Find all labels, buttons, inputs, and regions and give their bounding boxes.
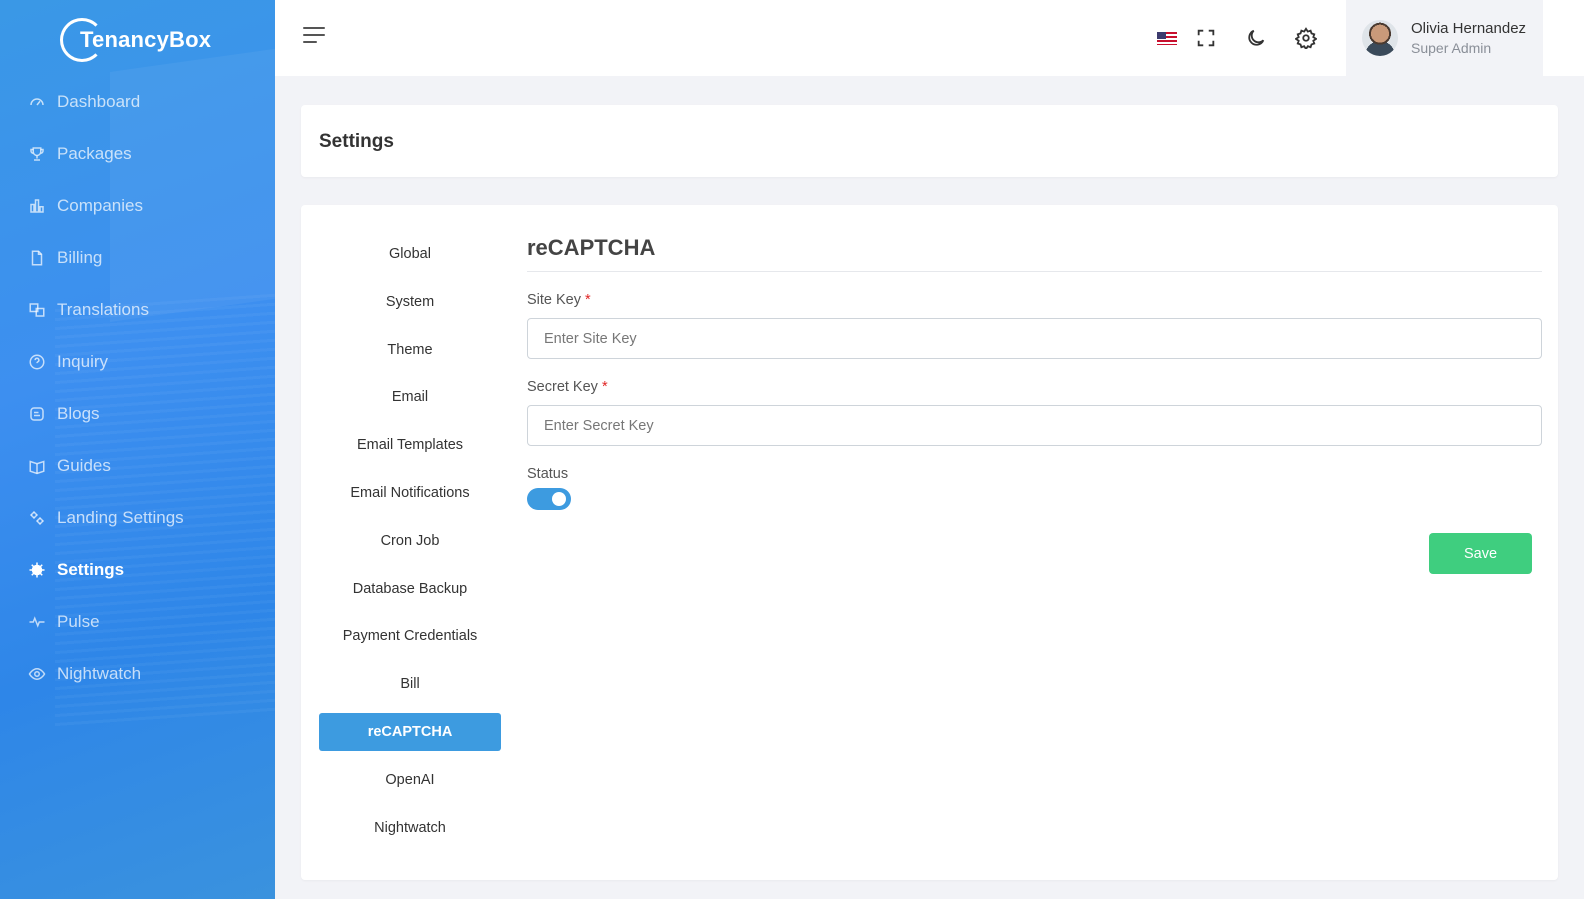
document-icon <box>27 248 47 268</box>
secret-key-input[interactable] <box>527 405 1542 446</box>
dashboard-gauge-icon <box>27 92 47 112</box>
sidebar-item-label: Landing Settings <box>57 508 184 527</box>
sidebar-item-label: Blogs <box>57 404 100 423</box>
panel-title: reCAPTCHA <box>527 235 1542 272</box>
settings-tab-email-templates[interactable]: Email Templates <box>319 426 501 464</box>
settings-tab-database-backup[interactable]: Database Backup <box>319 570 501 608</box>
sidebar-item-label: Guides <box>57 456 111 475</box>
recaptcha-panel: reCAPTCHA Site Key * Secret Key * Status <box>527 235 1542 510</box>
question-circle-icon <box>27 352 47 372</box>
sidebar-item-label: Settings <box>57 560 125 579</box>
settings-tab-email-notifications[interactable]: Email Notifications <box>319 474 501 512</box>
settings-tab-nightwatch[interactable]: Nightwatch <box>319 809 501 847</box>
required-mark: * <box>601 379 608 395</box>
settings-tab-bill[interactable]: Bill <box>319 665 501 703</box>
user-role: Super Admin <box>1411 40 1492 56</box>
us-flag-icon[interactable] <box>1157 32 1177 45</box>
status-toggle[interactable] <box>527 488 571 510</box>
sidebar-item-landing-settings[interactable]: Landing Settings <box>0 492 275 544</box>
brand-name: TenancyBox <box>80 27 212 52</box>
sidebar-item-blogs[interactable]: Blogs <box>0 388 275 440</box>
sidebar-item-companies[interactable]: Companies <box>0 180 275 232</box>
secret-key-label: Secret Key * <box>527 379 1542 395</box>
page-title: Settings <box>319 131 394 152</box>
site-key-input[interactable] <box>527 318 1542 359</box>
translate-icon <box>27 300 47 320</box>
secret-key-label-text: Secret Key <box>527 379 598 395</box>
sidebar-item-packages[interactable]: Packages <box>0 128 275 180</box>
sidebar-item-pulse[interactable]: Pulse <box>0 596 275 648</box>
book-icon <box>27 456 47 476</box>
sidebar-item-label: Dashboard <box>57 92 141 111</box>
settings-tab-theme[interactable]: Theme <box>319 331 501 369</box>
settings-card: Global System Theme Email Email Template… <box>301 205 1558 880</box>
site-key-label-text: Site Key <box>527 292 581 308</box>
avatar <box>1362 20 1398 56</box>
topbar: Olivia Hernandez Super Admin <box>275 0 1584 76</box>
sidebar-item-label: Pulse <box>57 612 100 631</box>
sidebar-item-billing[interactable]: Billing <box>0 232 275 284</box>
status-label: Status <box>527 466 569 482</box>
sidebar: TenancyBox Dashboard Packages Companies … <box>0 0 275 899</box>
sidebar-item-nightwatch[interactable]: Nightwatch <box>0 648 275 700</box>
moon-icon[interactable] <box>1243 25 1269 51</box>
eye-icon <box>27 664 47 684</box>
settings-tab-global[interactable]: Global <box>319 235 501 273</box>
brand-logo[interactable]: TenancyBox <box>58 14 211 66</box>
page-header-card: Settings <box>301 105 1558 177</box>
settings-tab-system[interactable]: System <box>319 283 501 321</box>
settings-gear-icon[interactable] <box>1293 25 1319 51</box>
user-name: Olivia Hernandez <box>1411 20 1527 37</box>
trophy-icon <box>27 144 47 164</box>
sidebar-item-label: Packages <box>57 144 132 163</box>
settings-tab-email[interactable]: Email <box>319 378 501 416</box>
sidebar-item-guides[interactable]: Guides <box>0 440 275 492</box>
bar-chart-icon <box>27 196 47 216</box>
settings-tab-recaptcha[interactable]: reCAPTCHA <box>319 712 501 751</box>
save-button[interactable]: Save <box>1429 533 1532 574</box>
sidebar-item-settings[interactable]: Settings <box>0 544 275 596</box>
sidebar-item-label: Companies <box>57 196 143 215</box>
settings-nav: Global System Theme Email Email Template… <box>319 235 501 856</box>
sidebar-item-dashboard[interactable]: Dashboard <box>0 76 275 128</box>
sidebar-item-label: Billing <box>57 248 103 267</box>
sidebar-nav: Dashboard Packages Companies Billing Tra… <box>0 76 275 700</box>
fullscreen-icon[interactable] <box>1193 25 1219 51</box>
sidebar-item-label: Nightwatch <box>57 664 142 683</box>
sidebar-item-translations[interactable]: Translations <box>0 284 275 336</box>
settings-tab-openai[interactable]: OpenAI <box>319 761 501 799</box>
user-menu[interactable]: Olivia Hernandez Super Admin <box>1346 0 1543 76</box>
settings-tab-payment-credentials[interactable]: Payment Credentials <box>319 617 501 655</box>
sidebar-item-label: Inquiry <box>57 352 109 371</box>
site-key-label: Site Key * <box>527 292 1542 308</box>
sidebar-item-inquiry[interactable]: Inquiry <box>0 336 275 388</box>
settings-tab-cron-job[interactable]: Cron Job <box>319 522 501 560</box>
gears-icon <box>27 508 47 528</box>
required-mark: * <box>585 292 591 308</box>
menu-icon[interactable] <box>303 27 327 49</box>
sidebar-item-label: Translations <box>57 300 149 319</box>
gear-icon <box>27 560 47 580</box>
pulse-icon <box>27 612 47 632</box>
blog-icon <box>27 404 47 424</box>
